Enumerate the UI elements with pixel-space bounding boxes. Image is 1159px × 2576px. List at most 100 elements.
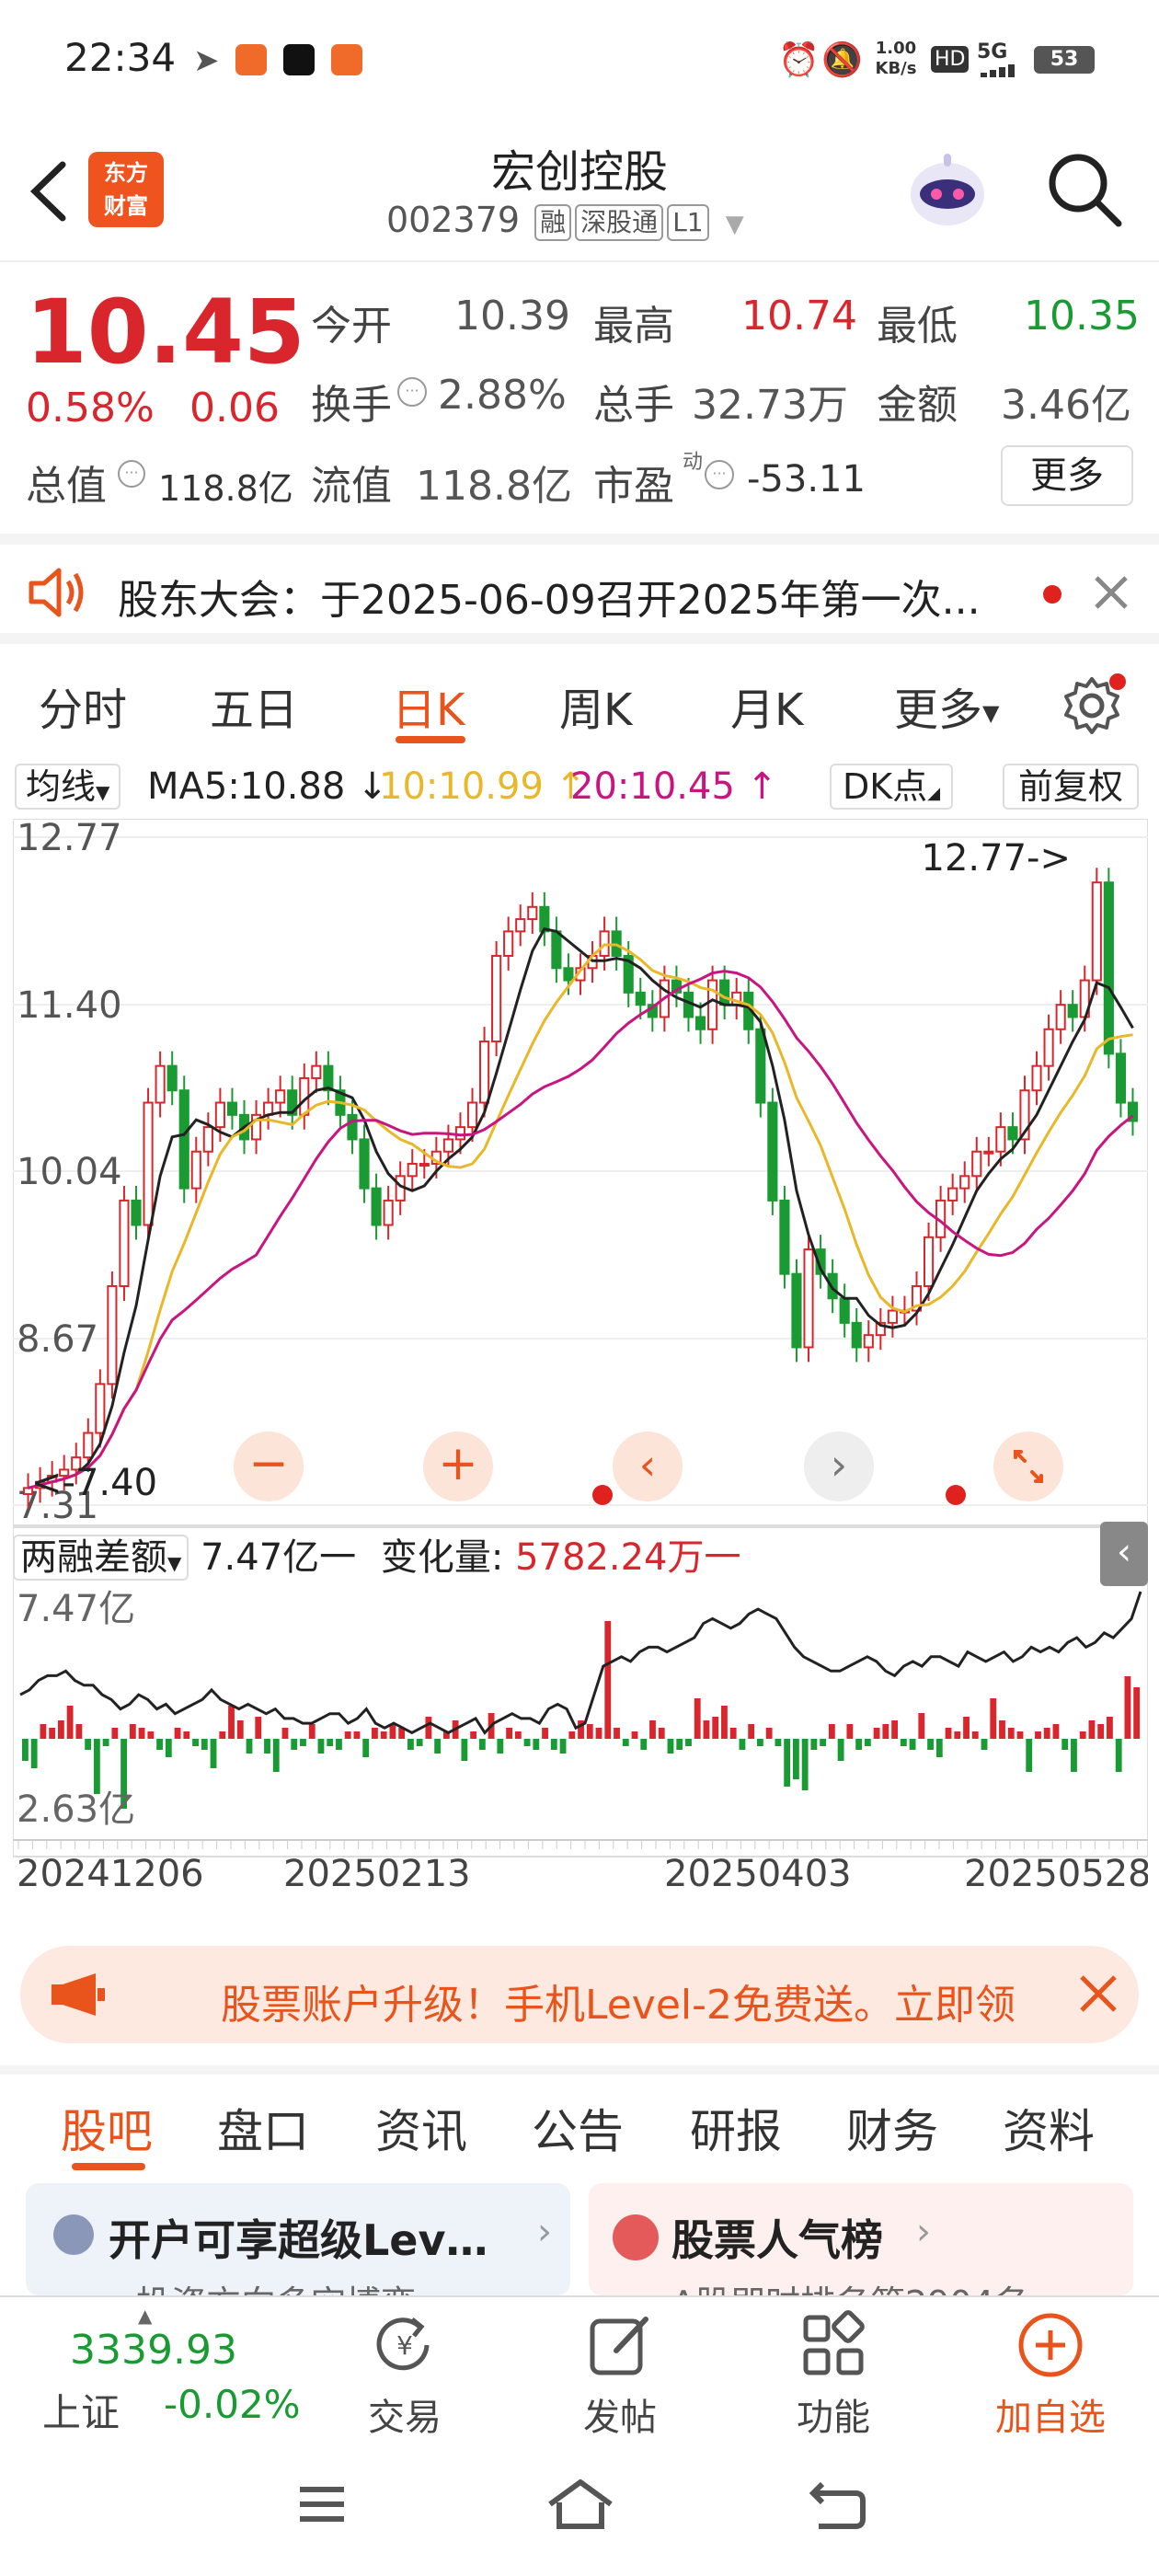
robot-assistant-icon[interactable] — [903, 148, 992, 231]
tab-intraday[interactable]: 分时 — [39, 673, 127, 738]
candle-body — [851, 1321, 862, 1349]
stock-code-row[interactable]: 002379 融深股通 L1 ▼ — [386, 200, 744, 241]
settings-gear-icon[interactable] — [1061, 673, 1126, 740]
prev-button[interactable]: ‹ — [613, 1432, 683, 1501]
margin-change-bar — [864, 1739, 871, 1746]
dk-point-button[interactable]: DK点◢ — [830, 764, 954, 810]
candle-body — [359, 1138, 370, 1190]
margin-indicator-label: 两融差额 — [20, 1536, 167, 1579]
y-tick-label: 10.04 — [17, 1151, 122, 1193]
margin-change-bar — [380, 1731, 387, 1739]
card-icon — [53, 2214, 94, 2255]
tab-daily-k[interactable]: 日K — [392, 673, 465, 738]
tab-announcements[interactable]: 公告 — [532, 2095, 624, 2161]
margin-change-bar — [900, 1739, 907, 1746]
margin-change-bar — [138, 1728, 145, 1739]
candle-body — [983, 1150, 994, 1155]
margin-change-bar — [801, 1739, 809, 1790]
caret-down-icon: ▼ — [167, 1552, 182, 1574]
candle-body — [383, 1199, 394, 1226]
nav-add-watchlist[interactable]: 加自选 — [958, 2387, 1142, 2441]
candle-body — [347, 1113, 358, 1141]
back-nav-icon[interactable] — [809, 2477, 868, 2536]
tab-guba[interactable]: 股吧 — [61, 2095, 153, 2161]
chart-svg[interactable]: 12.7711.4010.048.677.3112.77-><-7.407.47… — [12, 817, 1152, 1923]
margin-change-bar — [30, 1739, 38, 1768]
adjust-button[interactable]: 前复权 — [1003, 764, 1139, 810]
candle-body — [155, 1064, 166, 1104]
turnover-label: 换手 — [311, 382, 392, 429]
kline-chart-area[interactable]: 12.77 11.40 10.04 8.67 7.31 12.77-> <-7.40 7.47… — [12, 817, 1152, 1923]
tab-five-day[interactable]: 五日 — [210, 673, 298, 738]
search-icon[interactable] — [1045, 150, 1124, 233]
nav-trade[interactable]: 交易 — [313, 2387, 497, 2441]
margin-change-bar — [1007, 1728, 1015, 1739]
collapse-panel-button[interactable]: ‹ — [1100, 1522, 1148, 1586]
menu-icon[interactable] — [296, 2482, 348, 2530]
nav-functions[interactable]: 功能 — [741, 2387, 925, 2441]
close-icon[interactable] — [1093, 574, 1130, 615]
card-popularity[interactable]: 股票人气榜 › A股即时排名第2904名 — [589, 2183, 1133, 2295]
change-percent: 0.58% — [26, 385, 155, 431]
tab-orderbook[interactable]: 盘口 — [217, 2095, 309, 2161]
close-icon[interactable] — [1078, 1973, 1119, 2018]
margin-change-bar — [407, 1739, 414, 1750]
dk-label: DK点 — [843, 766, 928, 807]
tab-profile[interactable]: 资料 — [1003, 2095, 1095, 2161]
tab-active-underline — [396, 736, 465, 743]
candle-body — [635, 991, 646, 1006]
tab-more[interactable]: 更多▼ — [894, 673, 999, 738]
margin-change-bar — [658, 1728, 665, 1739]
tab-monthly-k[interactable]: 月K — [730, 673, 803, 738]
tab-weekly-k[interactable]: 周K — [559, 673, 632, 738]
margin-indicator-select[interactable]: 两融差额▼ — [13, 1535, 189, 1581]
tab-finance[interactable]: 财务 — [846, 2095, 938, 2161]
card-open-account[interactable]: 开户可享超级Lev… › 投资方向多空博弈 — [26, 2183, 570, 2295]
index-widget[interactable]: ▲ 3339.93 上证 -0.02% — [0, 2297, 304, 2440]
candle-body — [803, 1248, 814, 1349]
float-value: 118.8亿 — [416, 463, 572, 510]
index-value: 3339.93 — [70, 2327, 237, 2374]
zoom-out-button[interactable]: − — [234, 1432, 304, 1501]
margin-change-bar — [792, 1739, 799, 1779]
indicator-select[interactable]: 均线▼ — [15, 764, 121, 810]
margin-change-bar — [1071, 1739, 1077, 1772]
nav-post[interactable]: 发帖 — [528, 2387, 712, 2441]
candle-body — [527, 905, 538, 921]
pe-superscript: 动 — [683, 451, 704, 474]
network-type: 5G — [977, 40, 1008, 63]
more-button[interactable]: 更多 — [1001, 445, 1133, 506]
info-icon[interactable]: ··· — [118, 460, 145, 488]
promo-banner[interactable]: 股票账户升级！手机Level-2免费送。立即领 — [20, 1946, 1139, 2043]
margin-change-bar — [927, 1739, 934, 1750]
margin-change-bar — [255, 1717, 262, 1739]
notice-bar[interactable]: 股东大会：于2025-06-09召开2025年第一次... — [0, 534, 1159, 644]
candle-body — [131, 1199, 142, 1226]
margin-change-bar — [828, 1724, 835, 1739]
net-speed: 1.00 KB/s — [870, 39, 922, 79]
margin-change-bar — [604, 1621, 612, 1739]
promo-text: 股票账户升级！手机Level-2免费送。立即领 — [221, 1982, 1016, 2029]
tab-news[interactable]: 资讯 — [375, 2095, 467, 2161]
margin-change-bar — [219, 1731, 226, 1739]
candle-body — [419, 1163, 430, 1167]
info-icon[interactable]: ··· — [705, 460, 734, 489]
margin-change-bar — [721, 1706, 728, 1739]
ma20-line — [28, 970, 1134, 1489]
indicator-label: 均线 — [26, 766, 97, 807]
zoom-in-button[interactable]: + — [423, 1432, 493, 1501]
next-button[interactable]: › — [804, 1432, 874, 1501]
candle-body — [479, 1041, 490, 1104]
info-icon[interactable]: ··· — [397, 377, 427, 407]
low-label: 最低 — [877, 303, 958, 350]
margin-change-bar — [542, 1728, 548, 1739]
tab-research[interactable]: 研报 — [690, 2095, 782, 2161]
home-icon[interactable] — [546, 2477, 614, 2536]
candle-body — [190, 1150, 201, 1190]
candle-body — [1043, 1028, 1054, 1067]
margin-change-bar — [506, 1728, 512, 1739]
margin-change-bar — [246, 1739, 253, 1754]
ranking-icon — [613, 2214, 659, 2260]
candle-body — [178, 1089, 189, 1190]
expand-icon[interactable] — [993, 1432, 1063, 1501]
